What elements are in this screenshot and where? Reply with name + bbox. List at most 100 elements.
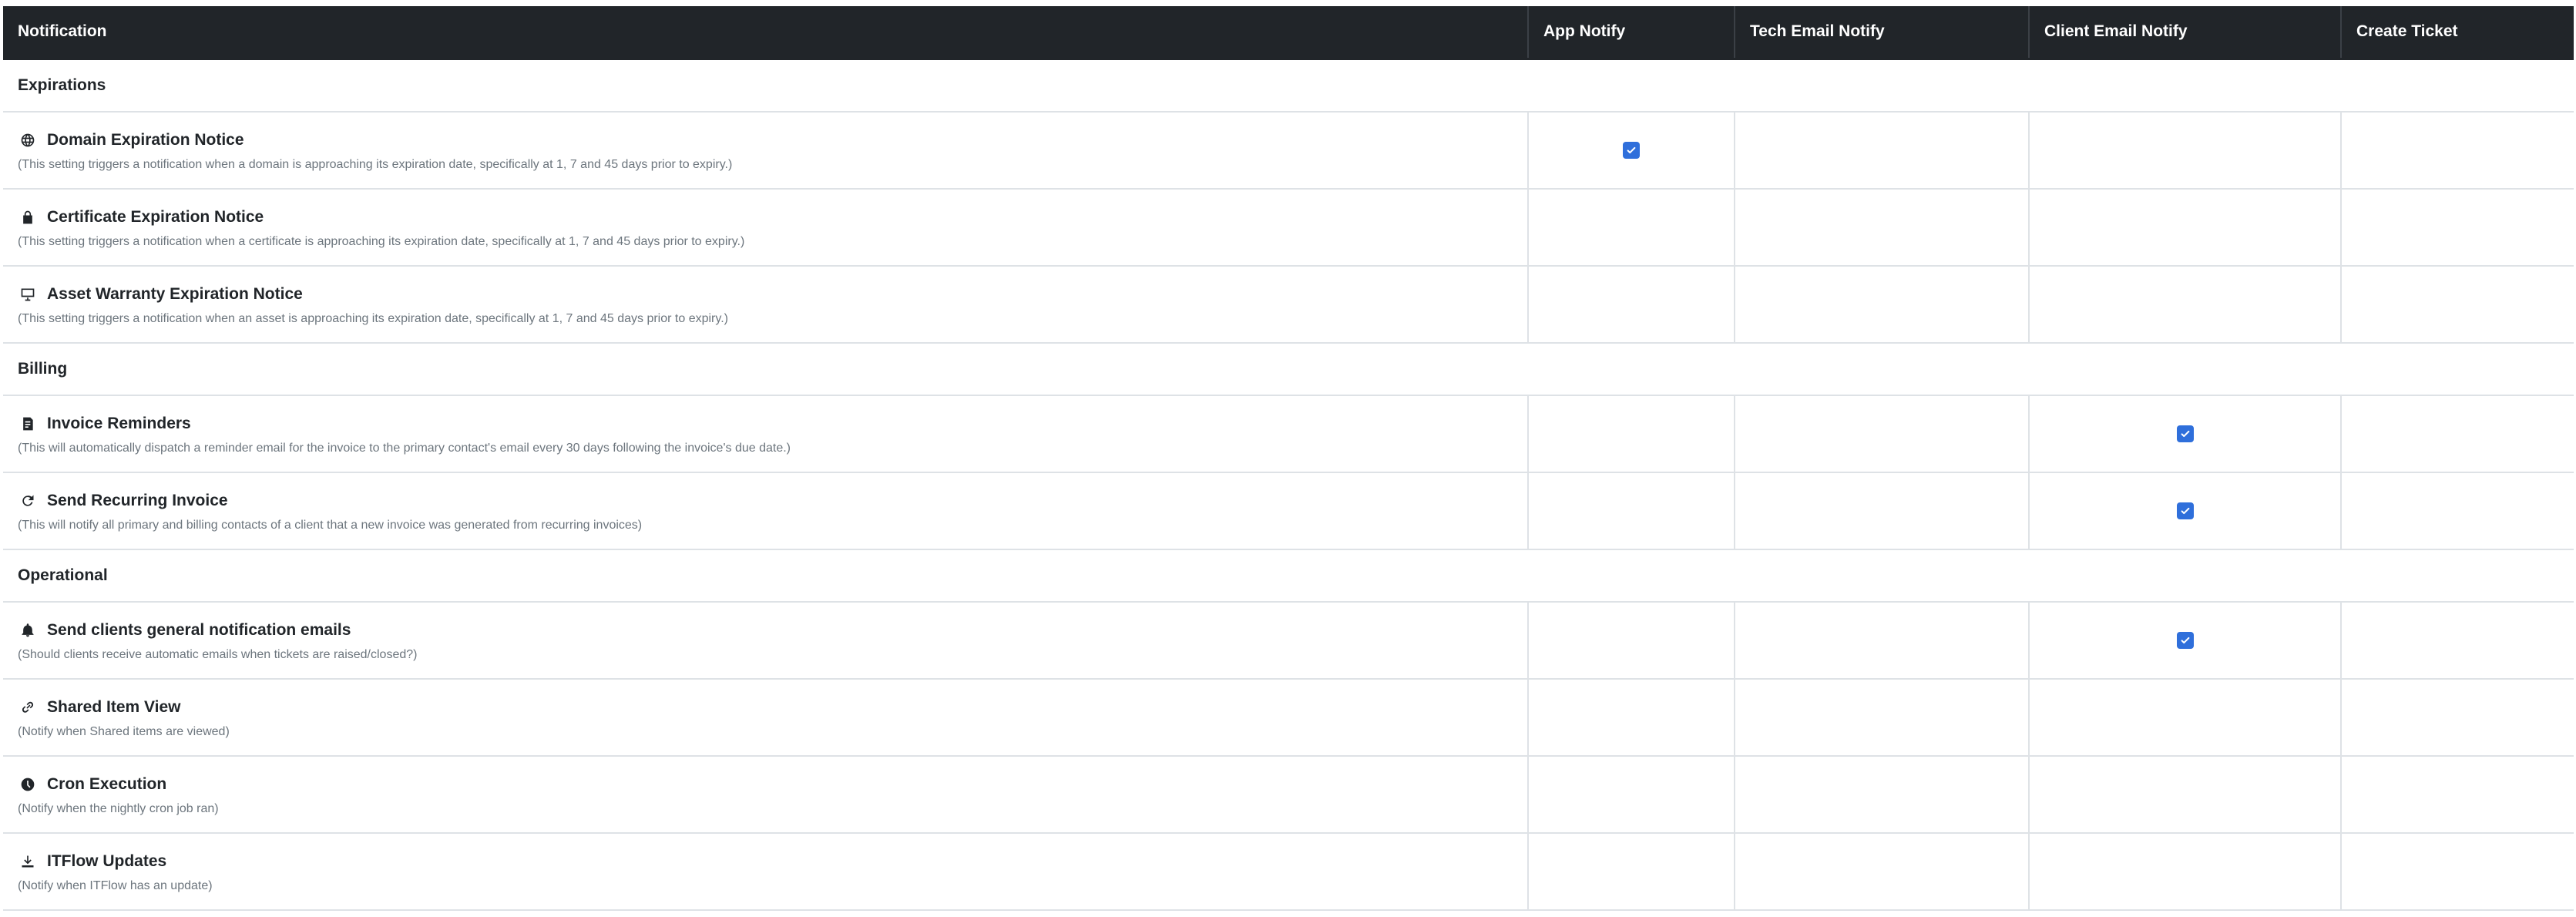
lock-icon (18, 207, 38, 227)
notification-title: Asset Warranty Expiration Notice (47, 284, 303, 303)
create-ticket-cell[interactable] (2341, 188, 2574, 267)
notification-cell: ITFlow Updates (Notify when ITFlow has an… (3, 832, 1529, 911)
client-email-notify-cell[interactable] (2029, 395, 2342, 473)
globe-icon (18, 130, 38, 150)
client-email-notify-checkbox[interactable] (2176, 631, 2194, 649)
notification-cell: Domain Expiration Notice (This setting tr… (3, 111, 1529, 190)
table-row: ITFlow Updates (Notify when ITFlow has an… (3, 832, 2574, 911)
desktop-icon (18, 284, 38, 304)
notification-title: Domain Expiration Notice (47, 130, 244, 149)
app-notify-cell[interactable] (1528, 755, 1735, 834)
app-notify-cell[interactable] (1528, 188, 1735, 267)
notification-title: Certificate Expiration Notice (47, 207, 264, 226)
notification-cell: Invoice Reminders (This will automaticall… (3, 395, 1529, 473)
client-email-notify-cell[interactable] (2029, 111, 2342, 190)
tech-email-notify-cell[interactable] (1735, 395, 2030, 473)
table-body: Expirations Domain Expiration Notice (This… (3, 59, 2574, 911)
notification-cell: Asset Warranty Expiration Notice (This se… (3, 265, 1529, 344)
client-email-notify-cell[interactable] (2029, 678, 2342, 757)
table-row: Shared Item View (Notify when Shared item… (3, 678, 2574, 757)
notification-cell: Shared Item View (Notify when Shared item… (3, 678, 1529, 757)
app-notify-cell[interactable] (1528, 395, 1735, 473)
app-notify-cell[interactable] (1528, 678, 1735, 757)
client-email-notify-cell[interactable] (2029, 755, 2342, 834)
tech-email-notify-cell[interactable] (1735, 678, 2030, 757)
table-row: Certificate Expiration Notice (This setti… (3, 188, 2574, 267)
section-title: Expirations (3, 59, 2574, 113)
table-row: Send clients general notification emails… (3, 601, 2574, 680)
app-notify-cell[interactable] (1528, 111, 1735, 190)
column-header-client-email-notify: Client Email Notify (2029, 6, 2342, 60)
notification-description: (This setting triggers a notification wh… (18, 157, 733, 171)
notification-title: Send clients general notification emails (47, 620, 351, 639)
tech-email-notify-cell[interactable] (1735, 755, 2030, 834)
notification-cell: Send Recurring Invoice (This will notify … (3, 472, 1529, 550)
notification-description: (This will automatically dispatch a remi… (18, 441, 791, 455)
notification-title: ITFlow Updates (47, 852, 167, 870)
client-email-notify-cell[interactable] (2029, 601, 2342, 680)
notification-title: Cron Execution (47, 774, 167, 793)
create-ticket-cell[interactable] (2341, 111, 2574, 190)
client-email-notify-checkbox[interactable] (2176, 425, 2194, 442)
app-notify-cell[interactable] (1528, 472, 1735, 550)
app-notify-cell[interactable] (1528, 265, 1735, 344)
download-icon (18, 852, 38, 872)
tech-email-notify-cell[interactable] (1735, 265, 2030, 344)
link-icon (18, 697, 38, 717)
invoice-icon (18, 414, 38, 434)
create-ticket-cell[interactable] (2341, 755, 2574, 834)
notification-cell: Certificate Expiration Notice (This setti… (3, 188, 1529, 267)
clock-icon (18, 774, 38, 794)
notification-title: Invoice Reminders (47, 414, 191, 432)
section-title: Operational (3, 549, 2574, 603)
section-row: Operational (3, 549, 2574, 603)
client-email-notify-cell[interactable] (2029, 265, 2342, 344)
create-ticket-cell[interactable] (2341, 472, 2574, 550)
notification-description: (Should clients receive automatic emails… (18, 647, 418, 661)
notification-description: (This will notify all primary and billin… (18, 518, 643, 532)
bell-icon (18, 620, 38, 640)
notification-description: (Notify when the nightly cron job ran) (18, 801, 219, 815)
section-title: Billing (3, 342, 2574, 396)
notification-description: (Notify when Shared items are viewed) (18, 724, 230, 738)
notification-title: Send Recurring Invoice (47, 491, 228, 509)
notification-description: (Notify when ITFlow has an update) (18, 878, 213, 892)
client-email-notify-cell[interactable] (2029, 832, 2342, 911)
redo-icon (18, 491, 38, 511)
table-row: Asset Warranty Expiration Notice (This se… (3, 265, 2574, 344)
create-ticket-cell[interactable] (2341, 265, 2574, 344)
table-header-row: Notification App Notify Tech Email Notif… (3, 6, 2574, 60)
notification-settings: Notification App Notify Tech Email Notif… (3, 6, 2574, 911)
client-email-notify-cell[interactable] (2029, 472, 2342, 550)
column-header-tech-email-notify: Tech Email Notify (1735, 6, 2030, 60)
column-header-notification: Notification (3, 6, 1529, 60)
notification-description: (This setting triggers a notification wh… (18, 311, 728, 325)
table-row: Send Recurring Invoice (This will notify … (3, 472, 2574, 550)
notification-title: Shared Item View (47, 697, 181, 716)
table-row: Invoice Reminders (This will automaticall… (3, 395, 2574, 473)
create-ticket-cell[interactable] (2341, 832, 2574, 911)
tech-email-notify-cell[interactable] (1735, 472, 2030, 550)
column-header-create-ticket: Create Ticket (2341, 6, 2574, 60)
table-row: Domain Expiration Notice (This setting tr… (3, 111, 2574, 190)
create-ticket-cell[interactable] (2341, 678, 2574, 757)
client-email-notify-checkbox[interactable] (2176, 502, 2194, 519)
section-row: Expirations (3, 59, 2574, 113)
tech-email-notify-cell[interactable] (1735, 111, 2030, 190)
app-notify-checkbox[interactable] (1623, 141, 1640, 159)
app-notify-cell[interactable] (1528, 832, 1735, 911)
table-row: Cron Execution (Notify when the nightly c… (3, 755, 2574, 834)
notification-description: (This setting triggers a notification wh… (18, 234, 745, 248)
tech-email-notify-cell[interactable] (1735, 832, 2030, 911)
notification-table: Notification App Notify Tech Email Notif… (3, 6, 2574, 911)
section-row: Billing (3, 342, 2574, 396)
column-header-app-notify: App Notify (1528, 6, 1735, 60)
notification-cell: Send clients general notification emails… (3, 601, 1529, 680)
client-email-notify-cell[interactable] (2029, 188, 2342, 267)
tech-email-notify-cell[interactable] (1735, 601, 2030, 680)
notification-cell: Cron Execution (Notify when the nightly c… (3, 755, 1529, 834)
create-ticket-cell[interactable] (2341, 601, 2574, 680)
tech-email-notify-cell[interactable] (1735, 188, 2030, 267)
app-notify-cell[interactable] (1528, 601, 1735, 680)
create-ticket-cell[interactable] (2341, 395, 2574, 473)
